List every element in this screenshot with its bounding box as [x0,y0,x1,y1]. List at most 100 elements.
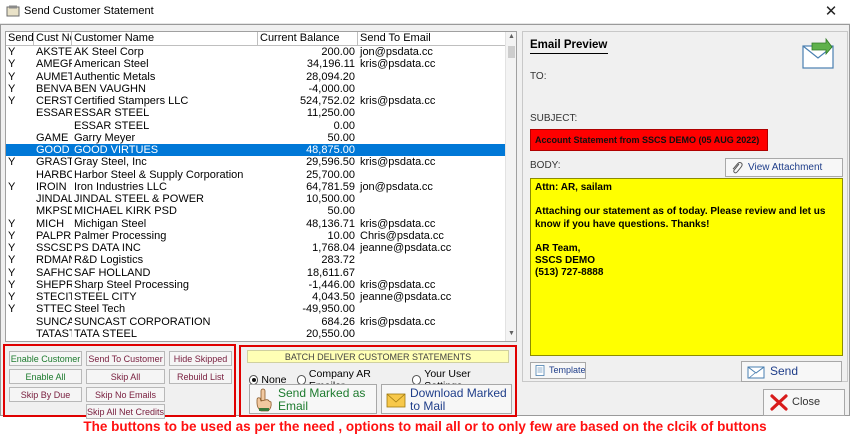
cust-no-cell: JINDAL [36,193,72,205]
enable-all-button[interactable]: Enable All [9,369,82,384]
close-button[interactable]: Close [763,389,845,416]
send-cell: Y [8,82,16,95]
table-row[interactable]: Y RDMANR&D Logistics 283.72 [6,254,506,266]
table-row[interactable]: Y SSCSD PS DATA INC 1,768.04 jeanne@psdata.c… [6,242,506,254]
table-row[interactable]: Y PALPR Palmer Processing 10.00 Chris@psdata… [6,230,506,242]
table-row[interactable]: Y BENVAUBEN VAUGHN -4,000.00 [6,83,506,95]
table-row[interactable]: Y MICH Michigan Steel 48,136.71 kris@psdata.… [6,218,506,230]
customer-name-cell: Gray Steel, Inc [74,156,147,169]
table-row[interactable]: GAME Garry Meyer 50.00 [6,132,506,144]
send-to-customer-button[interactable]: Send To Customer [86,351,165,366]
email-cell [358,193,505,205]
send-cell [6,107,34,119]
table-row[interactable]: Y GRAST Gray Steel, Inc 29,596.50 kris@psdat… [6,156,506,168]
balance-cell: 10,500.00 [306,193,355,205]
subject-label: SUBJECT: [530,113,578,124]
email-body[interactable]: Attn: AR, sailam Attaching our statement… [530,178,843,356]
table-row[interactable]: Y SAFHOLSAF HOLLAND 18,611.67 [6,267,506,279]
scroll-up-icon[interactable]: ▲ [507,33,516,40]
column-cust-no[interactable]: Cust No [34,32,72,46]
column-send-to-email[interactable]: Send To Email [358,32,505,46]
send-cell: Y [8,95,16,107]
table-row[interactable]: Y SHEPR Sharp Steel Processing -1,446.00 kri… [6,279,506,291]
subject-field[interactable]: Account Statement from SSCS DEMO (05 AUG… [530,129,768,151]
table-row[interactable]: Y AKSTE AK Steel Corp 200.00 jon@psdata.cc [6,46,506,58]
customer-name-cell: GOOD VIRTUES [74,144,159,156]
send-cell: Y [8,254,16,267]
main-window: Send Cust No Customer Name Current Balan… [0,24,850,419]
view-attachment-button[interactable]: View Attachment [725,158,843,177]
email-cell: jeanne@psdata.cc [360,242,452,254]
rebuild-list-button[interactable]: Rebuild List [169,369,232,384]
column-customer-name[interactable]: Customer Name [72,32,258,46]
customer-name-cell: Certified Stampers LLC [74,95,189,107]
send-cell [6,193,34,205]
hand-pointer-icon [256,388,272,412]
email-cell: kris@psdata.cc [360,217,436,230]
skip-no-emails-button[interactable]: Skip No Emails [86,387,165,402]
table-row[interactable]: JINDAL JINDAL STEEL & POWER 10,500.00 [6,193,506,205]
cust-no-cell: GAME [36,131,69,144]
download-marked-mail-button[interactable]: Download Marked to Mail [381,384,512,414]
skip-by-due-button[interactable]: Skip By Due [9,387,82,402]
balance-cell: -1,446.00 [308,278,355,291]
balance-cell: 1,768.04 [312,242,355,254]
balance-cell: 50.00 [327,131,355,144]
view-attachment-label: View Attachment [748,162,823,173]
hide-skipped-button[interactable]: Hide Skipped [169,351,232,366]
table-row[interactable]: Y IROIN Iron Industries LLC 64,781.59 jon@ps… [6,181,506,193]
skip-all-button[interactable]: Skip All [86,369,165,384]
customer-name-cell: Authentic Metals [74,70,156,83]
table-row[interactable]: Y CERST Certified Stampers LLC 524,752.02 kr… [6,95,506,107]
cust-no-cell: TATAST [36,327,72,340]
cust-no-cell: AMEGR [36,58,72,71]
enable-customer-button[interactable]: Enable Customer [9,351,82,366]
template-button[interactable]: Template [530,362,586,379]
send-cell: Y [8,229,16,242]
email-cell [358,169,505,181]
body-signature-line2: SSCS DEMO [535,255,596,267]
body-message: Attaching our statement as of today. Ple… [535,206,826,230]
send-marked-email-label: Send Marked as Email [278,386,366,413]
balance-cell: -49,950.00 [302,303,355,316]
customer-name-cell: BEN VAUGHN [74,82,146,95]
table-row[interactable]: SUNCASSUNCAST CORPORATION 684.26 kris@psda… [6,316,506,328]
scroll-thumb[interactable] [508,46,515,58]
balance-cell: 11,250.00 [306,107,355,120]
customer-grid[interactable]: Send Cust No Customer Name Current Balan… [5,31,517,342]
scroll-down-icon[interactable]: ▼ [507,330,516,337]
send-button[interactable]: Send [741,361,842,382]
table-row[interactable]: TATAST TATA STEEL 20,550.00 [6,328,506,340]
send-marked-email-button[interactable]: Send Marked as Email [249,384,377,414]
send-cell [6,328,34,340]
body-greeting: Attn: AR, sailam [535,182,612,193]
customer-name-cell: AK Steel Corp [74,46,144,58]
table-row[interactable]: Y STECIT STEEL CITY 4,043.50 jeanne@psdata.c… [6,291,506,303]
template-label: Template [549,365,586,375]
table-row[interactable]: Y AMEGRAmerican Steel 34,196.11 kris@psdata… [6,58,506,70]
table-row[interactable]: HARBO Harbor Steel & Supply Corporation 25… [6,169,506,181]
customer-name-cell: JINDAL STEEL & POWER [74,193,204,205]
customer-name-cell: American Steel [74,58,149,71]
table-row[interactable]: MKPSD MICHAEL KIRK PSD 50.00 [6,205,506,217]
balance-cell: 50.00 [327,205,355,218]
balance-cell: 28,094.20 [306,70,355,83]
skip-all-net-credits-button[interactable]: Skip All Net Credits [86,404,165,419]
column-current-balance[interactable]: Current Balance [258,32,358,46]
table-row[interactable]: Y AUMET Authentic Metals 28,094.20 [6,71,506,83]
table-row[interactable]: Y STTECHSteel Tech -49,950.00 [6,303,506,315]
window-close-button[interactable]: ✕ [818,1,844,23]
balance-cell: 524,752.02 [299,95,355,107]
send-cell: Y [8,266,16,279]
app-icon [6,5,20,17]
table-row[interactable]: ESSARSESSAR STEEL 11,250.00 [6,107,506,119]
table-row[interactable]: GOOD GOOD VIRTUES 48,875.00 [6,144,506,157]
email-cell: kris@psdata.cc [360,315,436,328]
table-row[interactable]: ESSAR STEEL 0.00 [6,120,506,132]
cust-no-cell: IROIN [36,180,67,193]
balance-cell: 29,596.50 [306,156,355,169]
balance-cell: 4,043.50 [312,291,355,303]
column-send[interactable]: Send [6,32,34,46]
email-cell [358,132,505,144]
grid-scrollbar[interactable]: ▲ ▼ [505,32,516,341]
